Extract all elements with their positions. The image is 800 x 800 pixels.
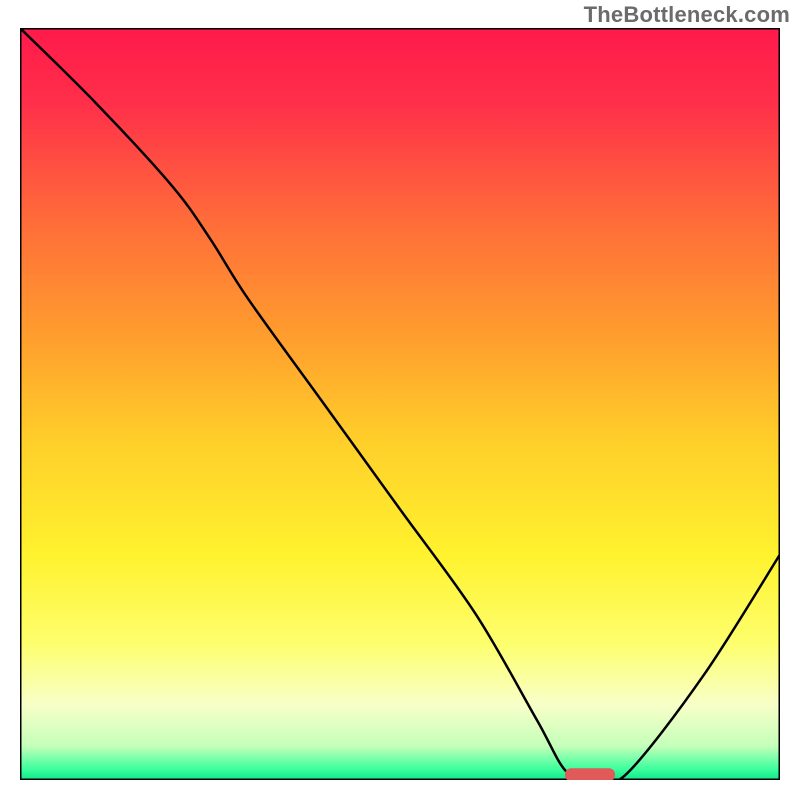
chart-plot-area [20,28,780,780]
watermark-text: TheBottleneck.com [584,2,790,28]
chart-background [20,28,780,780]
chart-marker [565,768,615,780]
chart-svg [20,28,780,780]
